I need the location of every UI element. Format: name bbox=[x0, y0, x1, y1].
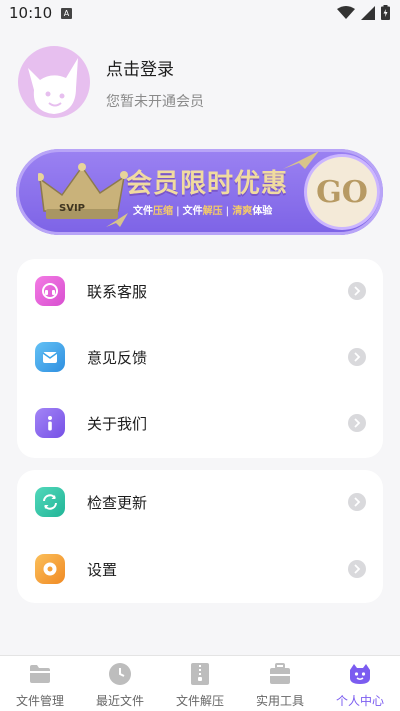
vip-promo-banner[interactable]: SVIP 会员限时优惠 文件压缩 | 文件解压 | 清爽体验 GO bbox=[16, 149, 383, 235]
tag-separator: | bbox=[176, 206, 180, 217]
nav-tab-recent-files[interactable]: 最近文件 bbox=[80, 656, 160, 711]
tag-text: 文件 bbox=[182, 206, 203, 217]
vip-tag-extract: 文件解压 bbox=[183, 206, 223, 217]
tag-separator: | bbox=[225, 206, 230, 217]
headset-icon bbox=[35, 276, 65, 306]
info-icon bbox=[35, 408, 65, 438]
nav-label: 实用工具 bbox=[255, 694, 304, 708]
nav-tab-tools[interactable]: 实用工具 bbox=[240, 656, 320, 711]
tag-highlight: 压缩 bbox=[153, 206, 173, 217]
vip-feature-tags: 文件压缩 | 文件解压 | 清爽体验 bbox=[133, 202, 272, 217]
zip-icon bbox=[191, 663, 209, 685]
vip-title: 会员限时优惠 bbox=[126, 169, 289, 199]
menu-card-support: 联系客服 意见反馈 关于我们 bbox=[17, 259, 383, 458]
tag-text: 体验 bbox=[252, 206, 273, 217]
chevron-right-icon bbox=[348, 282, 366, 300]
folder-icon bbox=[30, 665, 50, 683]
svip-label: SVIP bbox=[59, 203, 85, 214]
refresh-icon bbox=[35, 487, 65, 517]
tag-text: 文件 bbox=[133, 206, 153, 217]
membership-status: 您暂未开通会员 bbox=[106, 94, 204, 110]
chevron-right-icon bbox=[348, 493, 366, 511]
vip-tag-compress: 文件压缩 bbox=[133, 206, 173, 217]
cat-avatar-icon bbox=[28, 58, 78, 114]
status-bar: 10:10 A bbox=[0, 0, 400, 28]
user-face-icon bbox=[350, 664, 370, 684]
menu-item-settings[interactable]: 设置 bbox=[17, 537, 383, 603]
wifi-icon bbox=[337, 5, 355, 19]
menu-label: 关于我们 bbox=[87, 415, 148, 433]
status-time: 10:10 bbox=[9, 4, 53, 22]
menu-item-about[interactable]: 关于我们 bbox=[17, 391, 383, 457]
menu-item-check-update[interactable]: 检查更新 bbox=[17, 470, 383, 536]
nav-label: 个人中心 bbox=[335, 694, 384, 708]
chevron-right-icon bbox=[348, 560, 366, 578]
paper-plane-icon bbox=[106, 213, 128, 227]
nav-tab-file-manager[interactable]: 文件管理 bbox=[0, 656, 80, 711]
menu-card-app: 检查更新 设置 bbox=[17, 470, 383, 603]
menu-label: 意见反馈 bbox=[87, 349, 148, 367]
battery-icon bbox=[381, 5, 390, 20]
feedback-icon bbox=[35, 342, 65, 372]
menu-label: 检查更新 bbox=[87, 494, 148, 512]
bottom-navigation: 文件管理 最近文件 文件解压 实用工具 个人中心 bbox=[0, 655, 400, 711]
chevron-right-icon bbox=[348, 348, 366, 366]
menu-item-feedback[interactable]: 意见反馈 bbox=[17, 325, 383, 391]
vip-tag-clean: 清爽体验 bbox=[232, 206, 272, 217]
nav-label: 最近文件 bbox=[95, 694, 144, 708]
menu-label: 设置 bbox=[87, 561, 118, 579]
notification-badge: A bbox=[61, 8, 72, 19]
settings-icon bbox=[35, 554, 65, 584]
login-link[interactable]: 点击登录 bbox=[106, 55, 174, 80]
nav-tab-profile[interactable]: 个人中心 bbox=[320, 656, 400, 711]
nav-tab-extract[interactable]: 文件解压 bbox=[160, 656, 240, 711]
menu-item-contact-support[interactable]: 联系客服 bbox=[17, 259, 383, 325]
menu-label: 联系客服 bbox=[87, 283, 148, 301]
nav-label: 文件解压 bbox=[175, 694, 224, 708]
avatar[interactable] bbox=[18, 46, 90, 118]
go-button[interactable]: GO bbox=[307, 157, 377, 227]
status-icons bbox=[337, 5, 390, 20]
signal-icon bbox=[361, 5, 375, 20]
clock-icon bbox=[109, 663, 131, 685]
tag-highlight: 清爽 bbox=[232, 206, 253, 217]
tag-highlight: 解压 bbox=[202, 206, 223, 217]
nav-label: 文件管理 bbox=[15, 694, 64, 708]
toolbox-icon bbox=[270, 663, 290, 684]
chevron-right-icon bbox=[348, 414, 366, 432]
